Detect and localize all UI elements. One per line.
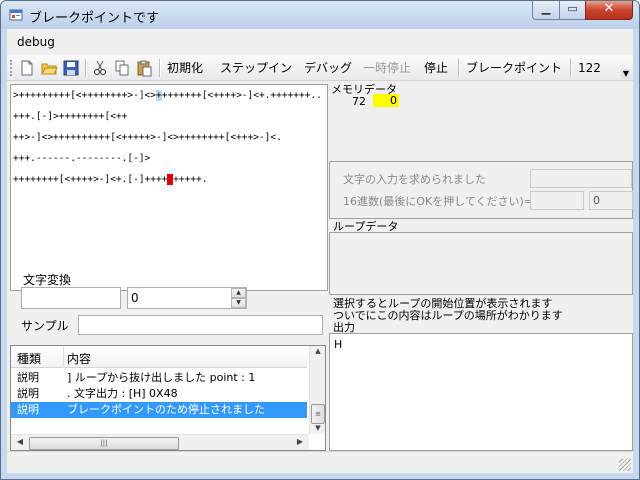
close-icon: ✕ [603, 1, 615, 16]
paste-icon[interactable] [135, 59, 153, 77]
new-file-icon[interactable] [18, 59, 36, 77]
code-text: >+++++++++[<++++++++>-]<> [13, 90, 156, 101]
code-editor[interactable]: >+++++++++[<++++++++>-]<> ++++++++[<++++>… [10, 84, 328, 291]
code-text: +++++. [173, 174, 208, 185]
hex-input-label: 16進数(最後にOKを押してください)=> [343, 195, 543, 208]
window-title: ブレークポイントです [29, 11, 160, 26]
toolbar-separator [458, 59, 459, 77]
stop-button[interactable]: 停止 [424, 59, 448, 77]
scroll-right-arrow-icon[interactable]: ▶ [293, 437, 307, 450]
code-line: +++.------.--------.[-]> [13, 148, 327, 169]
minimize-icon: ▁ [541, 2, 551, 15]
debug-button[interactable]: デバッグ [304, 59, 352, 77]
client-area: debug 初期化 ステップイン デバッグ 一時停止 停止 ブレークポイント 1… [7, 29, 633, 473]
log-horizontal-scrollbar[interactable]: ◀ ||| ▶ [11, 434, 309, 450]
input-prompt-label: 文字の入力を求められました [343, 173, 486, 186]
toolbar-separator [159, 59, 160, 77]
open-folder-icon[interactable] [40, 59, 58, 77]
log-row[interactable]: 説明 . 文字出力 : [H] 0X48 [11, 386, 307, 402]
breakpoint-button[interactable]: ブレークポイント [466, 59, 562, 77]
code-text: +++++++[<++++>-]<+.+++++++.. [161, 90, 322, 101]
column-header-type[interactable]: 種類 [17, 350, 41, 367]
log-type: 説明 [17, 387, 39, 400]
loop-hint: ついでにこの内容はループの場所がわかります [333, 309, 563, 322]
char-convert-label: 文字変換 [23, 273, 72, 287]
spin-up-button[interactable]: ▲ [231, 288, 246, 298]
title-bar[interactable]: ブレークポイントです ▁ ▭ ✕ [1, 1, 639, 29]
app-icon [9, 9, 23, 21]
number-spinner[interactable]: 0 ▲ ▼ [127, 287, 247, 309]
log-list[interactable]: 種類 内容 説明 ] ループから抜け出しました point : 1 説明 . 文… [10, 345, 326, 451]
log-row-selected[interactable]: 説明 ブレークポイントのため停止されました [11, 402, 307, 418]
toolbar-grip[interactable] [10, 60, 12, 76]
close-button[interactable]: ✕ [585, 1, 633, 20]
input-prompt-field[interactable] [530, 169, 632, 188]
code-line: >+++++++++[<++++++++>-]<>++++++++[<++++>… [13, 85, 327, 106]
sample-input[interactable] [78, 315, 323, 335]
log-content: ブレークポイントのため停止されました [67, 403, 265, 416]
loop-data-list[interactable] [329, 232, 633, 295]
toolbar: 初期化 ステップイン デバッグ 一時停止 停止 ブレークポイント 122 ▼ [7, 55, 633, 81]
app-window: ブレークポイントです ▁ ▭ ✕ debug 初期化 ステップイン デバッグ 一… [0, 0, 640, 480]
maximize-button[interactable]: ▭ [559, 1, 586, 20]
pause-button[interactable]: 一時停止 [363, 59, 411, 77]
char-convert-input[interactable] [21, 287, 121, 309]
resize-grip-icon[interactable] [619, 459, 631, 471]
log-content: . 文字出力 : [H] 0X48 [67, 387, 178, 400]
code-text: +++.[-]>++++++++[<++ [13, 111, 128, 122]
scroll-up-arrow-icon[interactable]: ▲ [310, 347, 325, 359]
output-textbox[interactable]: H [329, 333, 633, 451]
log-vertical-scrollbar[interactable]: ▲ ≡ ▼ [309, 346, 325, 436]
number-spinner-value: 0 [131, 291, 139, 305]
menu-item-debug[interactable]: debug [17, 35, 55, 49]
log-horizontal-scroll-thumb[interactable]: ||| [29, 437, 179, 450]
code-text: ++++++++[<++++>-]<+.[-]++++ [13, 174, 168, 185]
cut-icon[interactable] [91, 59, 109, 77]
log-list-header: 種類 内容 [11, 346, 307, 368]
log-type: 説明 [17, 402, 39, 418]
scroll-down-arrow-icon[interactable]: ▼ [310, 424, 325, 436]
log-content: ] ループから抜け出しました point : 1 [67, 371, 256, 384]
toolbar-overflow-button[interactable]: ▼ [621, 69, 631, 79]
code-line: ++++++++[<++++>-]<+.[-]++++++++++. [13, 169, 327, 190]
step-in-button[interactable]: ステップイン [220, 59, 292, 77]
scroll-left-arrow-icon[interactable]: ◀ [13, 437, 27, 450]
sample-label: サンプル [21, 319, 69, 333]
save-icon[interactable] [62, 59, 80, 77]
hex-input-field[interactable] [530, 191, 584, 210]
hex-value-field[interactable]: 0 [589, 191, 633, 210]
code-line: +++.[-]>++++++++[<++ [13, 106, 327, 127]
init-button[interactable]: 初期化 [167, 59, 203, 77]
code-line: ++>-]<>++++++++++[<+++++>-]<>++++++++[<+… [13, 127, 327, 148]
memory-value[interactable]: 0 [373, 94, 399, 107]
code-text: +++.------.--------.[-]> [13, 153, 151, 164]
minimize-button[interactable]: ▁ [532, 1, 560, 20]
menu-bar: debug [7, 29, 633, 55]
toolbar-separator [85, 59, 86, 77]
copy-icon[interactable] [113, 59, 131, 77]
code-text: ++>-]<>++++++++++[<+++++>-]<>++++++++[<+… [13, 132, 282, 143]
log-type: 説明 [17, 371, 39, 384]
column-header-content[interactable]: 内容 [67, 350, 91, 367]
memory-address: 72 [352, 95, 366, 108]
status-bar [7, 451, 633, 473]
maximize-icon: ▭ [567, 2, 578, 15]
log-vertical-scroll-thumb[interactable]: ≡ [311, 404, 325, 424]
step-counter: 122 [578, 61, 601, 75]
toolbar-separator [570, 59, 571, 77]
log-row[interactable]: 説明 ] ループから抜け出しました point : 1 [11, 370, 307, 386]
spin-down-button[interactable]: ▼ [231, 298, 246, 308]
output-text: H [334, 338, 343, 351]
column-divider[interactable] [63, 346, 64, 368]
